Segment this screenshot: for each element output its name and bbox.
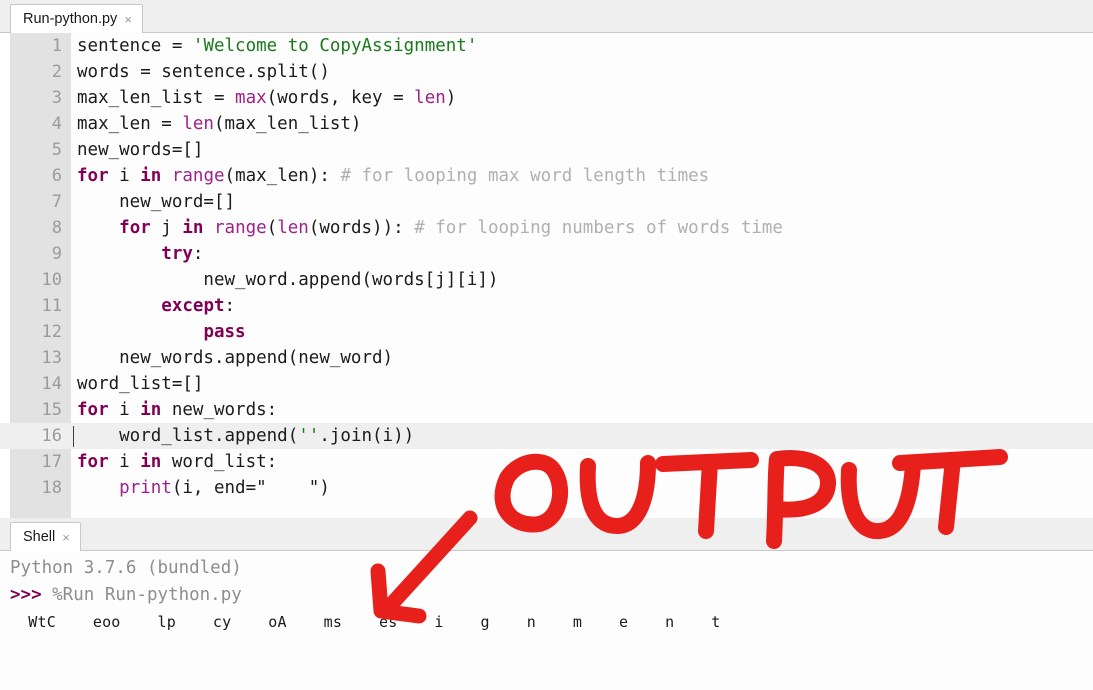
line-number: 7	[51, 192, 62, 212]
shell-command: %Run Run-python.py	[41, 585, 242, 605]
shell-output-line: WtC eoo lp cy oA ms es i g n m e n t	[19, 613, 721, 631]
line-number: 1	[51, 36, 62, 56]
code-text: except:	[161, 296, 236, 316]
code-text: try:	[161, 244, 204, 264]
line-number: 2	[51, 62, 62, 82]
code-line[interactable]: 2 words = sentence.split()	[0, 59, 1093, 85]
code-editor[interactable]: 1 sentence = 'Welcome to CopyAssignment' 2…	[0, 33, 1093, 518]
code-text: sentence = 'Welcome to CopyAssignment'	[77, 36, 478, 56]
code-line[interactable]: 13 new_words.append(new_word)	[0, 345, 1093, 371]
line-number: 5	[51, 140, 62, 160]
code-line[interactable]: 7 new_word=[]	[0, 189, 1093, 215]
code-line[interactable]: 16 word_list.append(''.join(i))	[0, 423, 1093, 449]
code-line[interactable]: 1 sentence = 'Welcome to CopyAssignment'	[0, 33, 1093, 59]
shell-command-line: >>> %Run Run-python.py	[10, 582, 1093, 609]
line-number: 14	[41, 374, 62, 394]
line-number: 9	[51, 244, 62, 264]
code-text: new_word=[]	[77, 192, 236, 212]
code-text: for j in range(len(words)): # for loopin…	[119, 218, 783, 238]
code-line[interactable]: 9 try:	[0, 241, 1093, 267]
code-text: max_len_list = max(words, key = len)	[77, 88, 457, 108]
shell-prompt: >>>	[10, 585, 42, 605]
code-text: for i in new_words:	[77, 400, 278, 420]
code-text: word_list=[]	[77, 374, 204, 394]
code-text: pass	[203, 322, 246, 342]
shell-panel[interactable]: Python 3.7.6 (bundled) >>> %Run Run-pyth…	[0, 551, 1093, 690]
code-line[interactable]: 8 for j in range(len(words)): # for loop…	[0, 215, 1093, 241]
code-line[interactable]: 17 for i in word_list:	[0, 449, 1093, 475]
code-line[interactable]: 15 for i in new_words:	[0, 397, 1093, 423]
line-number: 4	[51, 114, 62, 134]
code-text: max_len = len(max_len_list)	[77, 114, 362, 134]
line-number: 12	[41, 322, 62, 342]
code-line[interactable]: 10 new_word.append(words[j][i])	[0, 267, 1093, 293]
close-icon[interactable]: ×	[124, 13, 132, 26]
shell-version-line: Python 3.7.6 (bundled)	[10, 558, 242, 578]
code-line[interactable]: 5 new_words=[]	[0, 137, 1093, 163]
line-number: 18	[41, 478, 62, 498]
code-text: for i in word_list:	[77, 452, 278, 472]
tab-label: Shell	[23, 528, 56, 545]
line-number: 16	[41, 426, 62, 446]
code-line[interactable]: 14 word_list=[]	[0, 371, 1093, 397]
code-text: new_words=[]	[77, 140, 204, 160]
code-text: print(i, end=" ")	[119, 478, 330, 498]
code-line[interactable]: 12 pass	[0, 319, 1093, 345]
line-number: 6	[51, 166, 62, 186]
code-line[interactable]: 6 for i in range(max_len): # for looping …	[0, 163, 1093, 189]
close-icon[interactable]: ×	[62, 531, 70, 544]
editor-tab-bar: Run-python.py ×	[0, 0, 1093, 33]
line-number: 10	[41, 270, 62, 290]
code-text: for i in range(max_len): # for looping m…	[77, 166, 710, 186]
line-number: 15	[41, 400, 62, 420]
line-number: 3	[51, 88, 62, 108]
line-number: 17	[41, 452, 62, 472]
text-cursor	[73, 426, 74, 447]
code-line[interactable]: 4 max_len = len(max_len_list)	[0, 111, 1093, 137]
code-text: word_list.append(''.join(i))	[77, 426, 415, 446]
code-text: words = sentence.split()	[77, 62, 330, 82]
tab-shell[interactable]: Shell ×	[10, 522, 81, 551]
shell-body[interactable]: Python 3.7.6 (bundled) >>> %Run Run-pyth…	[0, 551, 1093, 636]
code-text: new_words.append(new_word)	[77, 348, 394, 368]
code-text: new_word.append(words[j][i])	[77, 270, 499, 290]
code-area[interactable]: 1 sentence = 'Welcome to CopyAssignment' 2…	[0, 33, 1093, 518]
code-line[interactable]: 11 except:	[0, 293, 1093, 319]
tab-label: Run-python.py	[23, 10, 118, 27]
line-number: 11	[41, 296, 62, 316]
shell-tab-bar: Shell ×	[0, 518, 1093, 551]
line-number: 8	[51, 218, 62, 238]
tab-run-python-py[interactable]: Run-python.py ×	[10, 4, 143, 33]
line-number: 13	[41, 348, 62, 368]
code-line[interactable]: 3 max_len_list = max(words, key = len)	[0, 85, 1093, 111]
code-line[interactable]: 18 print(i, end=" ")	[0, 475, 1093, 501]
